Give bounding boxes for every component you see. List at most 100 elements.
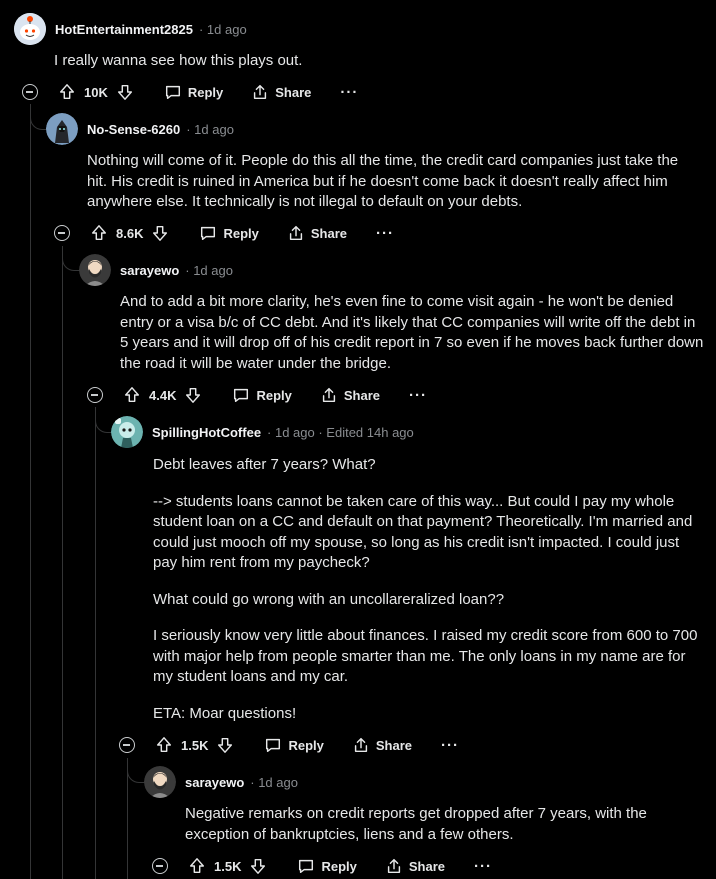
comment-paragraph: ETA: Moar questions! — [153, 704, 297, 722]
downvote-icon[interactable] — [116, 83, 134, 101]
reply-button[interactable]: Reply — [297, 857, 357, 875]
comment-paragraph: And to add a bit more clarity, he's even… — [120, 293, 704, 372]
comment-paragraph: Debt leaves after 7 years? What? — [153, 456, 376, 473]
share-label: Share — [375, 737, 413, 753]
avatar[interactable] — [79, 254, 111, 286]
comment-bubble-icon — [201, 226, 216, 241]
share-label: Share — [275, 84, 312, 100]
author-name[interactable]: sarayewo — [185, 775, 244, 790]
share-label: Share — [343, 387, 381, 403]
more-options-button[interactable]: ··· — [409, 387, 427, 404]
comment-paragraph: What could go wrong with an uncollareral… — [153, 590, 505, 608]
comment-meta: · 1d ago — [250, 774, 298, 790]
comment-paragraph: I really wanna see how this plays out. — [54, 52, 303, 69]
comment-body: And to add a bit more clarity, he's even… — [120, 292, 705, 390]
reply-button[interactable]: Reply — [199, 224, 259, 242]
collapse-button[interactable] — [22, 84, 38, 100]
upvote-icon[interactable] — [123, 386, 141, 404]
share-icon — [254, 84, 267, 100]
comment-meta: · 1d ago — [186, 121, 234, 137]
avatar[interactable] — [14, 13, 46, 45]
comment-header: sarayewo · 1d ago — [79, 254, 233, 286]
collapse-button[interactable] — [152, 858, 168, 874]
reply-button[interactable]: Reply — [264, 736, 324, 754]
share-label: Share — [408, 858, 446, 874]
more-options-button[interactable]: ··· — [441, 737, 459, 754]
upvote-icon[interactable] — [155, 736, 173, 754]
vote-group: 10K — [58, 83, 134, 101]
downvote-icon[interactable] — [249, 857, 267, 875]
downvote-icon[interactable] — [151, 224, 169, 242]
share-icon — [322, 387, 335, 403]
more-options-button[interactable]: ··· — [340, 84, 358, 101]
comment-actions: 1.5K Reply Share ··· — [152, 854, 492, 878]
reply-label: Reply — [256, 387, 292, 403]
comment-meta: · 1d ago — [198, 21, 247, 37]
avatar[interactable] — [111, 416, 143, 448]
thread-line[interactable] — [62, 246, 63, 879]
share-button[interactable]: Share — [320, 386, 380, 404]
vote-group: 8.6K — [90, 224, 169, 242]
comment-thread: HotEntertainment2825 · 1d ago I really w… — [0, 0, 716, 879]
collapse-button[interactable] — [54, 225, 70, 241]
comment-header: HotEntertainment2825 · 1d ago — [14, 13, 247, 45]
comment-body: Debt leaves after 7 years? What? --> stu… — [153, 455, 703, 740]
comment-header: SpillingHotCoffee · 1d ago · Edited 14h … — [111, 416, 414, 448]
comment-actions: 10K Reply Share ··· — [22, 80, 358, 104]
vote-count: 1.5K — [214, 858, 242, 874]
reply-label: Reply — [321, 858, 357, 874]
vote-group: 4.4K — [123, 386, 202, 404]
comment-paragraph: I seriously know very little about finan… — [153, 627, 698, 685]
comment-body: Negative remarks on credit reports get d… — [185, 804, 695, 861]
more-options-button[interactable]: ··· — [474, 858, 492, 875]
share-button[interactable]: Share — [287, 224, 347, 242]
collapse-button[interactable] — [119, 737, 135, 753]
comment-header: No-Sense-6260 · 1d ago — [46, 113, 234, 145]
comment-paragraph: --> students loans cannot be taken care … — [153, 492, 693, 572]
vote-group: 1.5K — [155, 736, 234, 754]
comment-bubble-icon — [299, 859, 314, 874]
avatar[interactable] — [144, 766, 176, 798]
author-name[interactable]: No-Sense-6260 — [87, 122, 180, 137]
reply-label: Reply — [187, 84, 224, 100]
comment-bubble-icon — [165, 85, 180, 100]
comment-actions: 4.4K Reply Share ··· — [87, 383, 427, 407]
comment-bubble-icon — [266, 738, 281, 753]
thread-line[interactable] — [95, 407, 96, 879]
comment-paragraph: Negative remarks on credit reports get d… — [185, 805, 647, 843]
vote-count: 8.6K — [116, 225, 144, 241]
share-icon — [289, 225, 302, 241]
share-icon — [387, 858, 400, 874]
vote-count: 1.5K — [181, 737, 209, 753]
thread-line[interactable] — [30, 104, 31, 879]
comment-meta: · 1d ago — [185, 262, 233, 278]
vote-group: 1.5K — [188, 857, 267, 875]
upvote-icon[interactable] — [188, 857, 206, 875]
reply-button[interactable]: Reply — [164, 83, 223, 101]
reply-button[interactable]: Reply — [232, 386, 292, 404]
comment-meta: · 1d ago · Edited 14h ago — [267, 424, 414, 440]
share-icon — [354, 737, 367, 753]
collapse-button[interactable] — [87, 387, 103, 403]
vote-count: 4.4K — [149, 387, 177, 403]
comment-paragraph: Nothing will come of it. People do this … — [87, 152, 679, 210]
author-name[interactable]: HotEntertainment2825 — [55, 22, 193, 37]
author-name[interactable]: SpillingHotCoffee — [152, 425, 261, 440]
downvote-icon[interactable] — [216, 736, 234, 754]
upvote-icon[interactable] — [90, 224, 108, 242]
author-name[interactable]: sarayewo — [120, 263, 179, 278]
share-button[interactable]: Share — [352, 736, 412, 754]
downvote-icon[interactable] — [184, 386, 202, 404]
share-button[interactable]: Share — [385, 857, 445, 875]
reply-label: Reply — [223, 225, 259, 241]
comment-bubble-icon — [234, 388, 249, 403]
avatar[interactable] — [46, 113, 78, 145]
vote-count: 10K — [84, 84, 108, 100]
upvote-icon[interactable] — [58, 83, 76, 101]
share-label: Share — [310, 225, 348, 241]
reply-label: Reply — [288, 737, 324, 753]
comment-body: Nothing will come of it. People do this … — [87, 151, 697, 229]
more-options-button[interactable]: ··· — [376, 225, 394, 242]
comment-header: sarayewo · 1d ago — [144, 766, 298, 798]
share-button[interactable]: Share — [251, 83, 311, 101]
